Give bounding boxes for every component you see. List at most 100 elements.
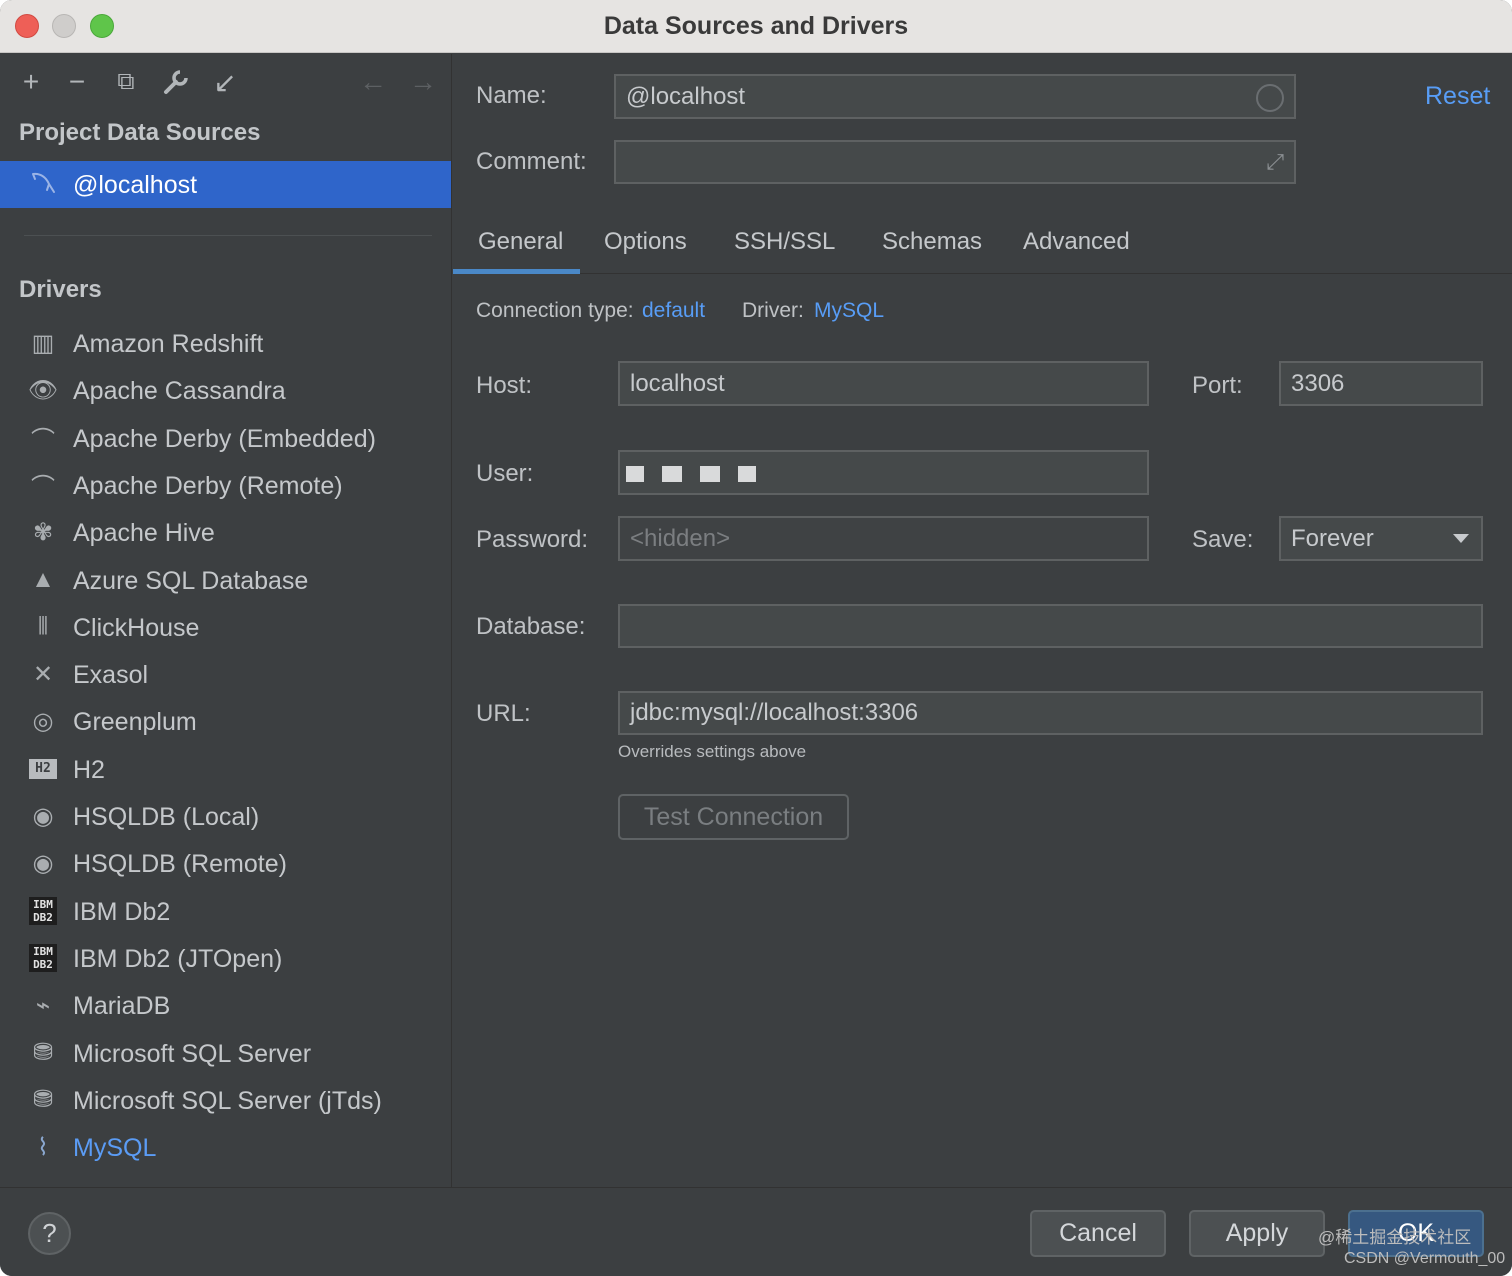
ibm-db2-badge: IBM DB2 — [29, 896, 57, 925]
driver-item[interactable]: ◉ HSQLDB (Local) — [0, 793, 451, 840]
ibm-db2-icon: IBM DB2 — [26, 894, 60, 928]
driver-label: H2 — [73, 755, 105, 784]
driver-item[interactable]: ⌇ MySQL — [0, 1124, 451, 1171]
driver-item[interactable]: ◉ HSQLDB (Remote) — [0, 840, 451, 887]
host-input[interactable]: localhost — [618, 361, 1149, 406]
driver-item[interactable]: ⌁ MariaDB — [0, 982, 451, 1029]
driver-item[interactable]: H2 H2 — [0, 746, 451, 793]
expand-icon[interactable]: ⤢ — [1266, 149, 1284, 175]
database-input[interactable] — [618, 604, 1483, 648]
driver-item[interactable]: ⛃ Microsoft SQL Server — [0, 1030, 451, 1077]
tab-ssh-ssl[interactable]: SSH/SSL — [734, 228, 835, 256]
driver-item[interactable]: ⦀ ClickHouse — [0, 604, 451, 651]
hsqldb-icon: ◉ — [32, 849, 54, 877]
import-icon[interactable]: ↙ — [207, 64, 243, 100]
redshift-icon: ▥ — [31, 329, 55, 357]
greenplum-icon: ◎ — [32, 707, 54, 735]
comment-field[interactable]: ⤢ — [614, 140, 1296, 184]
data-sources-sidebar: + − ⧉ ↙ ← → Project Data Sources @localh… — [0, 54, 452, 1187]
save-dropdown[interactable]: Forever — [1279, 516, 1483, 561]
add-icon[interactable]: + — [13, 64, 49, 100]
hive-icon: ✾ — [32, 518, 54, 546]
port-input[interactable]: 3306 — [1279, 361, 1483, 406]
project-data-sources-heading: Project Data Sources — [19, 119, 261, 146]
tab-general[interactable]: General — [478, 228, 563, 256]
database-label: Database: — [476, 613, 586, 640]
port-label: Port: — [1192, 372, 1243, 399]
name-field[interactable]: @localhost — [614, 74, 1296, 119]
test-connection-button[interactable]: Test Connection — [618, 794, 849, 840]
color-circle-icon[interactable] — [1256, 84, 1284, 112]
forward-arrow-icon[interactable]: → — [405, 64, 441, 100]
driver-item[interactable]: ▲ Azure SQL Database — [0, 557, 451, 604]
password-label: Password: — [476, 526, 589, 553]
wrench-icon-graphic — [164, 69, 189, 94]
driver-item[interactable]: ◎ Greenplum — [0, 698, 451, 745]
redacted-block — [662, 466, 682, 482]
driver-label: Microsoft SQL Server — [73, 1039, 312, 1068]
title-bar: Data Sources and Drivers — [0, 0, 1512, 53]
user-input[interactable] — [618, 450, 1149, 495]
data-source-label: @localhost — [73, 171, 198, 199]
sql-server-icon: ⛃ — [32, 1086, 54, 1114]
help-button[interactable]: ? — [28, 1212, 71, 1255]
password-input[interactable]: <hidden> — [618, 516, 1149, 561]
remove-icon[interactable]: − — [59, 64, 95, 100]
comment-label: Comment: — [476, 148, 587, 175]
driver-item[interactable]: IBM DB2 IBM Db2 — [0, 888, 451, 935]
driver-item[interactable]: ⛃ Microsoft SQL Server (jTds) — [0, 1077, 451, 1124]
data-source-settings-panel: Name: @localhost Reset Comment: ⤢ Genera… — [453, 54, 1512, 1187]
back-arrow-icon[interactable]: ← — [355, 64, 391, 100]
driver-label: Microsoft SQL Server (jTds) — [73, 1086, 382, 1115]
driver-label: Apache Derby (Remote) — [73, 471, 343, 500]
tab-advanced[interactable]: Advanced — [1023, 228, 1130, 256]
user-label: User: — [476, 460, 534, 487]
driver-label: IBM Db2 (JTOpen) — [73, 944, 283, 973]
driver-label: Apache Derby (Embedded) — [73, 424, 376, 453]
h2-badge: H2 — [29, 758, 57, 779]
driver-label: ClickHouse — [73, 613, 200, 642]
driver-item[interactable]: ▥ Amazon Redshift — [0, 320, 451, 367]
name-label: Name: — [476, 82, 547, 109]
mysql-icon: ⌇ — [37, 1133, 49, 1161]
wrench-icon[interactable] — [158, 64, 194, 100]
cancel-button[interactable]: Cancel — [1030, 1210, 1166, 1257]
drivers-heading: Drivers — [19, 276, 102, 303]
driver-link[interactable]: MySQL — [814, 299, 884, 323]
save-label: Save: — [1192, 526, 1254, 553]
redacted-block — [626, 466, 644, 482]
connection-type-link[interactable]: default — [642, 299, 705, 323]
data-source-item-localhost[interactable]: @localhost — [0, 161, 451, 208]
driver-item[interactable]: 👁 Apache Cassandra — [0, 367, 451, 414]
url-input[interactable]: jdbc:mysql://localhost:3306 — [618, 691, 1483, 735]
driver-item[interactable]: ✾ Apache Hive — [0, 509, 451, 556]
azure-icon: ▲ — [31, 565, 55, 593]
redacted-block — [700, 466, 720, 482]
driver-item[interactable]: ⌒ Apache Derby (Remote) — [0, 462, 451, 509]
dialog-window: Data Sources and Drivers + − ⧉ ↙ ← → Pro… — [0, 0, 1512, 1276]
driver-label: HSQLDB (Local) — [73, 803, 260, 831]
driver-label: MySQL — [73, 1134, 157, 1163]
driver-label: Greenplum — [73, 708, 197, 737]
h2-icon: H2 — [26, 752, 60, 786]
url-hint: Overrides settings above — [618, 742, 807, 761]
driver-item[interactable]: ⌒ Apache Derby (Embedded) — [0, 415, 451, 462]
duplicate-icon[interactable]: ⧉ — [108, 64, 144, 100]
reset-link[interactable]: Reset — [1425, 82, 1490, 111]
clickhouse-icon: ⦀ — [37, 612, 49, 640]
active-tab-indicator — [453, 269, 580, 274]
settings-tabs: General Options SSH/SSL Schemas Advanced — [453, 224, 1512, 274]
driver-item[interactable]: IBM DB2 IBM Db2 (JTOpen) — [0, 935, 451, 982]
tab-schemas[interactable]: Schemas — [882, 228, 982, 256]
derby-icon: ⌒ — [31, 474, 55, 502]
watermark-csdn: CSDN @Vermouth_00 — [1344, 1250, 1506, 1267]
driver-label: MariaDB — [73, 992, 171, 1021]
ibm-db2-badge: IBM DB2 — [29, 943, 57, 972]
cassandra-icon: 👁 — [27, 376, 59, 404]
apply-button[interactable]: Apply — [1189, 1210, 1325, 1257]
sidebar-divider — [24, 235, 432, 236]
dialog-footer: ? Cancel Apply OK @稀土掘金技术社区 CSDN @Vermou… — [0, 1187, 1512, 1276]
tab-options[interactable]: Options — [604, 228, 687, 256]
driver-label: Azure SQL Database — [73, 566, 309, 595]
driver-item[interactable]: ✕ Exasol — [0, 651, 451, 698]
